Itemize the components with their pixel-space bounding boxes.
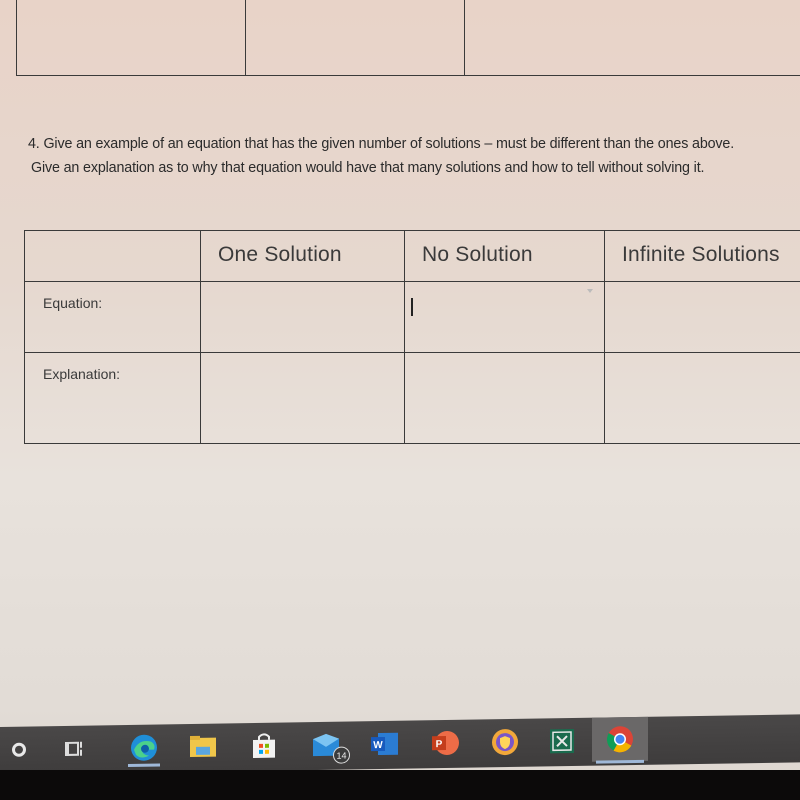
task-view-icon xyxy=(65,741,82,756)
equation-label: Equation: xyxy=(43,295,103,311)
taskbar-powerpoint[interactable]: P xyxy=(428,726,462,761)
search-button[interactable] xyxy=(2,732,36,767)
question-prompt: 4. Give an example of an equation that h… xyxy=(28,136,735,152)
taskbar-word[interactable]: W xyxy=(368,727,402,762)
row-label-cell: Equation: xyxy=(24,281,201,353)
taskbar-file-explorer[interactable] xyxy=(186,730,220,765)
cell-dropdown-icon[interactable] xyxy=(587,289,593,293)
question-instruction: Give an explanation as to why that equat… xyxy=(31,160,705,176)
taskbar-edge[interactable] xyxy=(124,730,164,767)
explanation-label: Explanation: xyxy=(43,366,121,382)
explanation-infinite-solutions-cell[interactable] xyxy=(604,352,800,444)
solutions-table: One Solution No Solution Infinite Soluti… xyxy=(24,230,800,444)
header-one-solution[interactable]: One Solution xyxy=(200,230,405,282)
taskbar-vpn[interactable] xyxy=(488,725,522,760)
previous-table xyxy=(16,0,800,76)
header-cell-empty xyxy=(24,230,201,282)
word-icon: W xyxy=(371,732,398,756)
question-4: 4. Give an example of an equation that h… xyxy=(28,133,800,179)
equation-infinite-solutions-cell[interactable] xyxy=(604,281,800,353)
explanation-no-solution-cell[interactable] xyxy=(404,352,605,444)
active-indicator xyxy=(596,759,644,764)
text-cursor xyxy=(411,298,413,316)
taskbar-chrome[interactable] xyxy=(592,716,648,764)
taskbar-app[interactable] xyxy=(545,724,579,759)
monitor-bezel xyxy=(0,770,800,800)
mail-unread-badge: 14 xyxy=(333,746,350,764)
running-indicator xyxy=(128,763,160,767)
task-view-button[interactable] xyxy=(58,732,92,767)
table-row-equation: Equation: xyxy=(24,281,800,353)
explanation-one-solution-cell[interactable] xyxy=(200,352,405,444)
document-page: 4. Give an example of an equation that h… xyxy=(0,0,800,730)
taskbar-store[interactable] xyxy=(247,729,281,764)
shield-icon xyxy=(492,729,518,756)
equation-no-solution-cell[interactable] xyxy=(404,281,605,353)
edge-icon xyxy=(131,734,157,761)
table-row-explanation: Explanation: xyxy=(24,352,800,444)
folder-icon xyxy=(190,735,216,758)
svg-text:W: W xyxy=(373,740,383,751)
app-icon xyxy=(550,728,574,754)
table-divider xyxy=(464,0,465,75)
header-no-solution[interactable]: No Solution xyxy=(404,230,605,282)
row-label-cell: Explanation: xyxy=(24,352,201,444)
equation-one-solution-cell[interactable] xyxy=(200,281,405,353)
svg-text:P: P xyxy=(436,739,443,750)
table-header-row: One Solution No Solution Infinite Soluti… xyxy=(24,230,800,282)
store-icon xyxy=(253,733,275,759)
header-infinite-solutions[interactable]: Infinite Solutions xyxy=(604,230,800,282)
powerpoint-icon: P xyxy=(432,730,459,755)
search-icon xyxy=(12,742,26,757)
table-divider xyxy=(245,0,246,75)
taskbar-mail[interactable]: 14 xyxy=(310,728,350,764)
chrome-icon xyxy=(606,726,633,753)
